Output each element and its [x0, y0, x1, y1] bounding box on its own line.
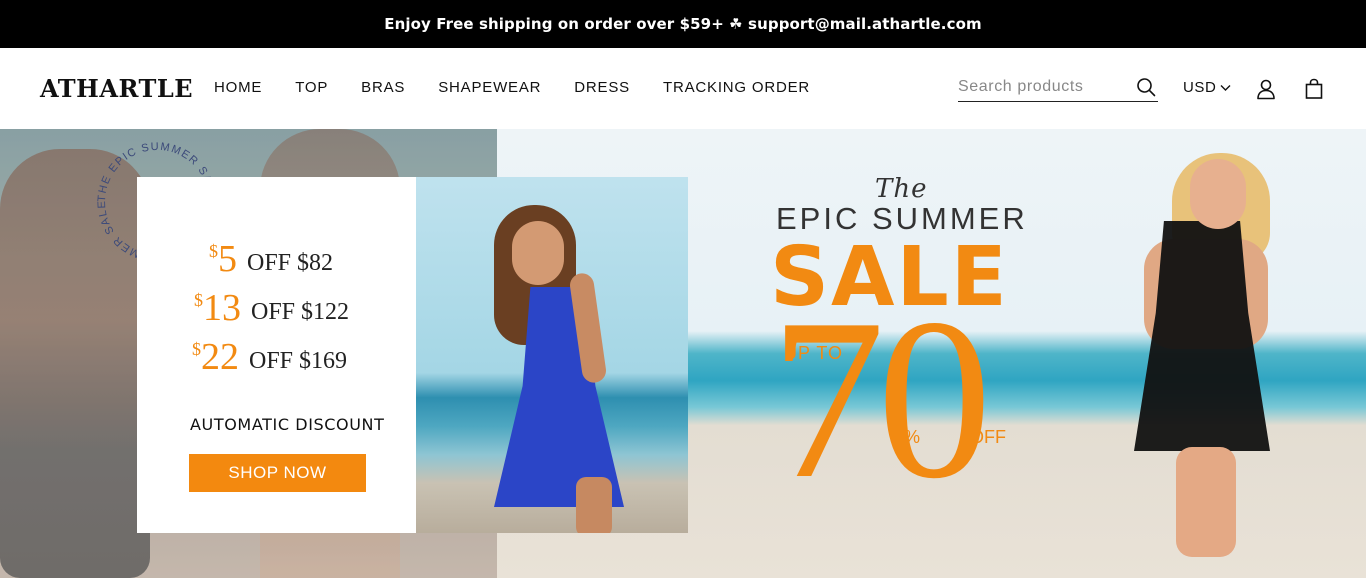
offer-amount: 5	[218, 238, 237, 280]
main-nav: HOME TOP BRAS SHAPEWEAR DRESS TRACKING O…	[214, 79, 810, 96]
hero-banner[interactable]: THE EPIC SUMMER SALE THE EPIC SUMMER SAL…	[0, 129, 1366, 578]
site-header: ATHARTLE HOME TOP BRAS SHAPEWEAR DRESS T…	[0, 48, 1366, 129]
search-icon[interactable]	[1136, 77, 1156, 97]
offer-row: $22 OFF $169	[192, 336, 348, 378]
nav-item-tracking-order[interactable]: TRACKING ORDER	[663, 79, 810, 96]
nav-item-dress[interactable]: DRESS	[574, 79, 630, 96]
search-input[interactable]	[958, 76, 1128, 98]
search-bar	[958, 76, 1158, 102]
model-blue-dress-photo	[416, 177, 688, 533]
offer-threshold: OFF $122	[251, 299, 350, 325]
shopping-bag-icon[interactable]	[1303, 78, 1325, 100]
nav-item-bras[interactable]: BRAS	[361, 79, 405, 96]
offer-threshold: OFF $82	[247, 250, 334, 276]
nav-item-home[interactable]: HOME	[214, 79, 262, 96]
sale-the-word: The	[875, 174, 928, 204]
automatic-discount-label: AUTOMATIC DISCOUNT	[190, 415, 385, 434]
currency-label: USD	[1183, 79, 1217, 96]
offer-row: $13 OFF $122	[194, 287, 350, 329]
off-label: OFF	[970, 427, 1006, 447]
up-to-label: UP TO	[784, 343, 844, 363]
account-icon[interactable]	[1255, 78, 1277, 100]
percent-symbol: %	[904, 427, 921, 447]
shop-now-button[interactable]: SHOP NOW	[189, 454, 366, 492]
offer-row: $5 OFF $82	[209, 238, 334, 280]
offer-threshold: OFF $169	[249, 348, 348, 374]
offer-amount: 13	[203, 287, 241, 329]
site-logo[interactable]: ATHARTLE	[40, 74, 193, 103]
discount-percent-value: 70	[770, 271, 992, 526]
announcement-text: Enjoy Free shipping on order over $59+ ☘…	[384, 15, 982, 33]
discount-card: $5 OFF $82 $13 OFF $122 $22 OFF $169 AUT…	[137, 177, 416, 533]
nav-item-top[interactable]: TOP	[295, 79, 328, 96]
chevron-down-icon	[1220, 84, 1231, 91]
currency-selector[interactable]: USD	[1183, 79, 1231, 96]
nav-item-shapewear[interactable]: SHAPEWEAR	[438, 79, 541, 96]
offer-amount: 22	[201, 336, 239, 378]
announcement-bar: Enjoy Free shipping on order over $59+ ☘…	[0, 0, 1366, 48]
